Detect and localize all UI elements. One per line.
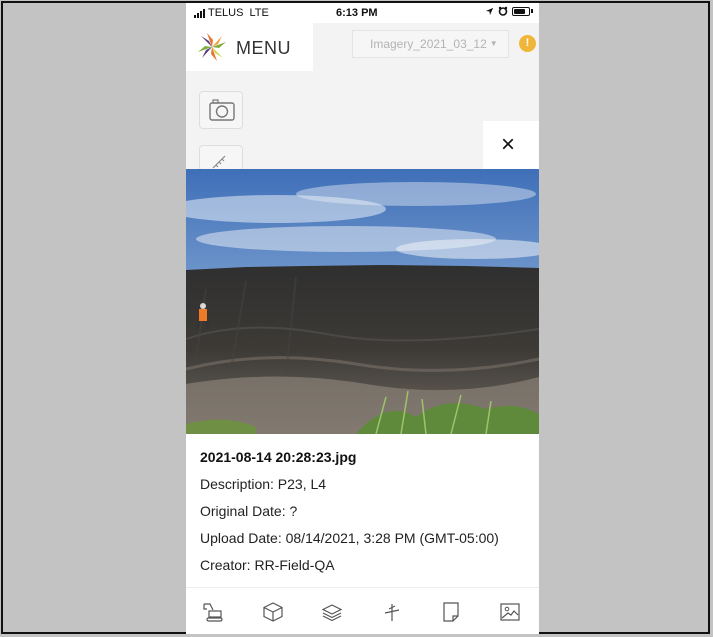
carrier-label: TELUS <box>208 7 244 19</box>
location-arrow-icon <box>485 7 494 15</box>
cube-icon[interactable] <box>262 601 284 623</box>
alarm-icon <box>498 6 508 16</box>
photo-creator: Creator: RR-Field-QA <box>200 557 335 573</box>
excavator-icon[interactable] <box>202 601 224 623</box>
document-icon[interactable] <box>440 601 462 623</box>
ruler-button[interactable] <box>199 145 243 171</box>
photo-upload-date: Upload Date: 08/14/2021, 3:28 PM (GMT-05… <box>200 530 499 546</box>
site-photo <box>186 169 539 434</box>
layers-icon[interactable] <box>321 601 343 623</box>
measure-icon[interactable] <box>381 601 403 623</box>
network-label: LTE <box>249 7 269 19</box>
status-bar: TELUS LTE 6:13 PM <box>186 3 539 23</box>
close-icon: × <box>501 131 516 158</box>
imagery-dropdown[interactable]: Imagery_2021_03_12 ▼ <box>352 30 509 58</box>
photo-detail-modal: 2021-08-14 20:28:23.jpg Description: P23… <box>186 169 539 589</box>
imagery-select-value: Imagery_2021_03_12 <box>370 37 487 51</box>
camera-button[interactable] <box>199 91 243 129</box>
photo-filename: 2021-08-14 20:28:23.jpg <box>200 449 357 465</box>
photo-description: Description: P23, L4 <box>200 476 327 492</box>
caret-down-icon: ▼ <box>489 39 498 48</box>
alert-badge[interactable]: ! <box>519 35 536 52</box>
menu-label: MENU <box>236 38 291 58</box>
battery-icon <box>512 6 530 16</box>
status-time: 6:13 PM <box>336 7 378 19</box>
menu-button[interactable]: MENU <box>186 23 313 71</box>
app-logo-icon <box>198 33 226 61</box>
bottom-toolbar <box>186 587 539 634</box>
close-button[interactable]: × <box>483 121 539 169</box>
photo-info: 2021-08-14 20:28:23.jpg Description: P23… <box>200 449 530 584</box>
image-icon[interactable] <box>499 601 521 623</box>
camera-icon <box>209 99 235 121</box>
phone-screen: TELUS LTE 6:13 PM MENU Imagery_2021_03_1… <box>186 3 539 634</box>
signal-icon <box>194 8 205 18</box>
photo-original-date: Original Date: ? <box>200 503 298 519</box>
